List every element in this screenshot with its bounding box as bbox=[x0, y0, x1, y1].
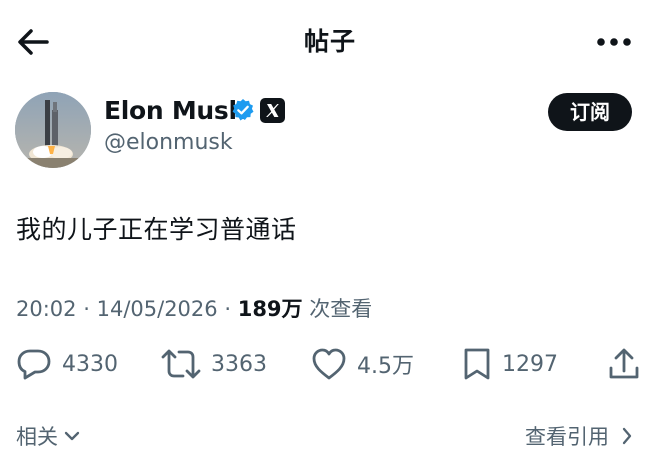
x-logo-icon bbox=[260, 98, 285, 123]
like-icon bbox=[311, 347, 347, 381]
bookmark-icon bbox=[462, 347, 492, 381]
post-date[interactable]: 14/05/2026 bbox=[97, 297, 218, 321]
like-button[interactable]: 4.5万 bbox=[311, 346, 414, 382]
meta-separator: · bbox=[83, 297, 90, 321]
related-label: 相关 bbox=[16, 425, 58, 449]
repost-icon bbox=[161, 347, 201, 381]
like-count: 4.5万 bbox=[357, 354, 414, 379]
reply-icon bbox=[16, 347, 52, 381]
reply-button[interactable]: 4330 bbox=[16, 346, 118, 382]
repost-button[interactable]: 3363 bbox=[161, 346, 267, 382]
page-title: 帖子 bbox=[303, 27, 356, 56]
reply-count: 4330 bbox=[62, 351, 118, 377]
share-button[interactable] bbox=[608, 346, 640, 382]
author-name[interactable]: Elon Musk bbox=[104, 96, 245, 125]
view-label: 次查看 bbox=[309, 297, 373, 321]
bookmark-count: 1297 bbox=[502, 351, 558, 377]
related-toggle[interactable]: 相关 bbox=[16, 421, 80, 451]
chevron-down-icon bbox=[64, 430, 80, 442]
verified-icon bbox=[231, 98, 255, 122]
quotes-label: 查看引用 bbox=[525, 425, 609, 449]
post-time[interactable]: 20:02 bbox=[16, 297, 77, 321]
repost-count: 3363 bbox=[211, 351, 267, 377]
chevron-right-icon bbox=[621, 427, 633, 445]
view-quotes-link[interactable]: 查看引用 bbox=[525, 421, 633, 451]
post-text: 我的儿子正在学习普通话 bbox=[16, 215, 297, 244]
meta-separator: · bbox=[224, 297, 232, 321]
author-handle[interactable]: @elonmusk bbox=[104, 130, 233, 155]
post-meta: 20:02 · 14/05/2026 · 189万 次查看 bbox=[16, 293, 372, 323]
avatar[interactable] bbox=[15, 92, 91, 168]
share-icon bbox=[608, 347, 640, 381]
subscribe-button[interactable]: 订阅 bbox=[548, 93, 632, 131]
more-icon[interactable] bbox=[596, 37, 632, 47]
view-count: 189万 bbox=[237, 297, 303, 321]
bookmark-button[interactable]: 1297 bbox=[462, 346, 558, 382]
